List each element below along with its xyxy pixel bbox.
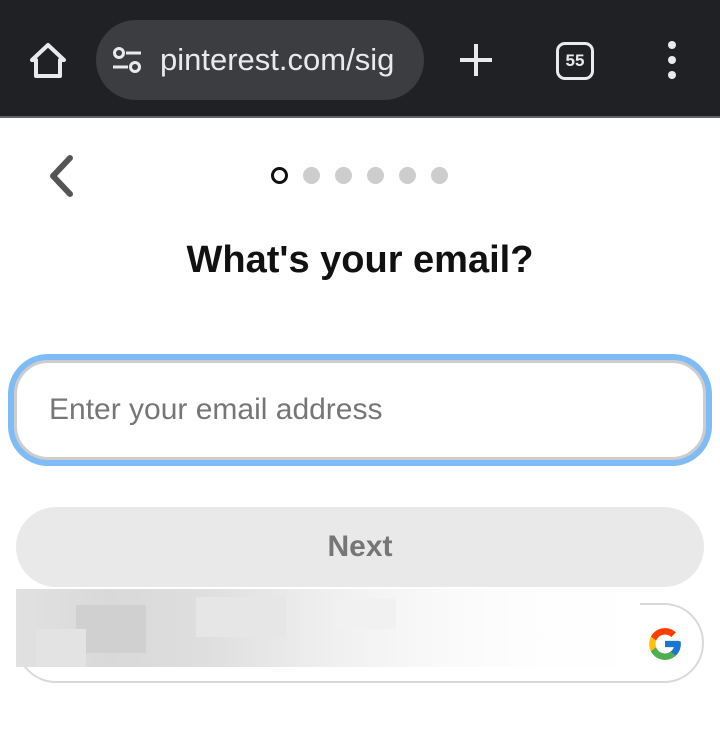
- tab-count-badge: 55: [556, 42, 594, 80]
- home-icon: [30, 43, 66, 78]
- redacted-region: [16, 589, 640, 667]
- next-button[interactable]: Next: [16, 507, 704, 587]
- toolbar-divider: [0, 116, 720, 118]
- progress-dot: [367, 167, 384, 184]
- email-field-focus-ring: [8, 354, 712, 466]
- back-button[interactable]: [40, 152, 84, 200]
- page-title: What's your email?: [186, 239, 534, 281]
- progress-dot: [303, 167, 320, 184]
- tab-switcher-button[interactable]: 55: [556, 42, 594, 80]
- plus-icon: [460, 44, 492, 76]
- menu-button[interactable]: [660, 40, 684, 80]
- progress-dot: [399, 167, 416, 184]
- new-tab-button[interactable]: [456, 40, 496, 80]
- chevron-left-icon: [50, 155, 73, 197]
- progress-dot: [335, 167, 352, 184]
- progress-dot: [271, 167, 288, 184]
- tune-icon[interactable]: [112, 47, 142, 73]
- address-bar[interactable]: pinterest.com/sig: [96, 20, 424, 100]
- google-g-icon: [649, 628, 681, 660]
- more-vert-icon: [668, 41, 676, 79]
- progress-dot: [431, 167, 448, 184]
- home-button[interactable]: [22, 36, 74, 88]
- browser-toolbar: pinterest.com/sig 55: [0, 0, 720, 116]
- email-input[interactable]: [14, 360, 706, 460]
- url-text[interactable]: pinterest.com/sig: [160, 41, 394, 79]
